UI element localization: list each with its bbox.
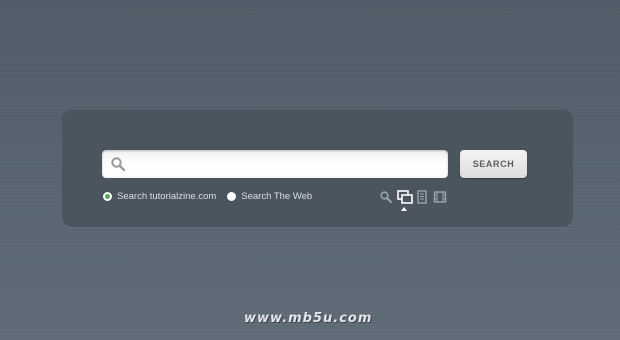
- search-type-selector: [379, 189, 451, 205]
- scope-option-site[interactable]: Search tutorialzine.com: [103, 191, 216, 202]
- search-field[interactable]: [102, 150, 448, 178]
- news-icon[interactable]: [415, 190, 429, 204]
- search-scope-options: Search tutorialzine.com Search The Web: [103, 189, 323, 203]
- watermark: www.mb5u.com: [244, 311, 373, 326]
- radio-unchecked-icon[interactable]: [227, 191, 237, 201]
- search-input[interactable]: [132, 150, 438, 178]
- images-icon[interactable]: [397, 190, 413, 204]
- scope-option-label: Search The Web: [241, 190, 313, 202]
- scope-option-web[interactable]: Search The Web: [227, 191, 312, 202]
- magnifier-icon[interactable]: [379, 190, 393, 204]
- search-button[interactable]: SEARCH: [460, 150, 527, 178]
- video-icon[interactable]: [433, 190, 447, 204]
- radio-checked-icon[interactable]: [103, 191, 112, 201]
- scope-option-label: Search tutorialzine.com: [117, 190, 217, 202]
- search-panel: SEARCH Search tutorialzine.com Search Th…: [62, 109, 573, 227]
- search-icon: [110, 156, 126, 172]
- selected-type-indicator: [401, 207, 407, 211]
